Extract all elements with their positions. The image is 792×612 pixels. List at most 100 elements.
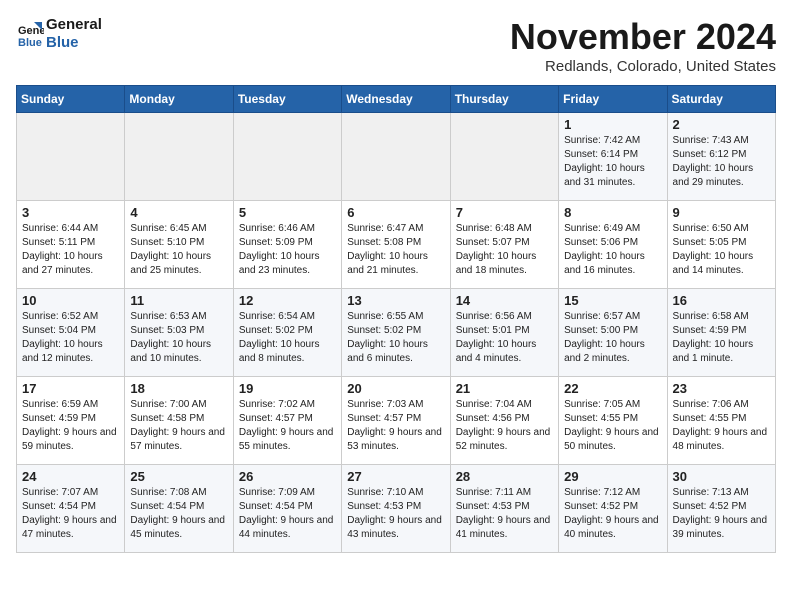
day-number: 28: [456, 469, 553, 484]
day-header-tuesday: Tuesday: [233, 86, 341, 113]
day-number: 18: [130, 381, 227, 396]
day-info: Sunrise: 6:46 AM Sunset: 5:09 PM Dayligh…: [239, 222, 336, 278]
calendar-cell-w4-d5: 29 Sunrise: 7:12 AM Sunset: 4:52 PM Dayli…: [559, 465, 667, 553]
day-number: 24: [22, 469, 119, 484]
day-info: Sunrise: 7:03 AM Sunset: 4:57 PM Dayligh…: [347, 398, 444, 454]
day-info: Sunrise: 6:52 AM Sunset: 5:04 PM Dayligh…: [22, 310, 119, 366]
calendar-cell-w1-d1: 4Sunrise: 6:45 AM Sunset: 5:10 PM Daylig…: [125, 201, 233, 289]
week-row-4: 24 Sunrise: 7:07 AM Sunset: 4:54 PM Dayli…: [17, 465, 776, 553]
week-row-0: 1 Sunrise: 7:42 AM Sunset: 6:14 PM Daylig…: [17, 113, 776, 201]
day-info: Sunrise: 7:09 AM Sunset: 4:54 PM Dayligh…: [239, 486, 336, 542]
calendar-cell-w3-d5: 22Sunrise: 7:05 AM Sunset: 4:55 PM Dayli…: [559, 377, 667, 465]
calendar-cell-w2-d3: 13 Sunrise: 6:55 AM Sunset: 5:02 PM Dayli…: [342, 289, 450, 377]
day-info: Sunrise: 6:48 AM Sunset: 5:07 PM Dayligh…: [456, 222, 553, 278]
day-number: 12: [239, 293, 336, 308]
day-number: 27: [347, 469, 444, 484]
calendar-header-row: SundayMondayTuesdayWednesdayThursdayFrid…: [17, 86, 776, 113]
day-number: 25: [130, 469, 227, 484]
day-header-friday: Friday: [559, 86, 667, 113]
day-info: Sunrise: 6:58 AM Sunset: 4:59 PM Dayligh…: [673, 310, 770, 366]
calendar-cell-w2-d4: 14Sunrise: 6:56 AM Sunset: 5:01 PM Dayli…: [450, 289, 558, 377]
day-header-sunday: Sunday: [17, 86, 125, 113]
calendar-table: SundayMondayTuesdayWednesdayThursdayFrid…: [16, 85, 776, 553]
calendar-cell-w3-d2: 19 Sunrise: 7:02 AM Sunset: 4:57 PM Dayli…: [233, 377, 341, 465]
calendar-cell-w0-d4: [450, 113, 558, 201]
day-number: 7: [456, 205, 553, 220]
location-title: Redlands, Colorado, United States: [510, 58, 776, 75]
calendar-cell-w0-d0: [17, 113, 125, 201]
title-area: November 2024 Redlands, Colorado, United…: [510, 16, 776, 75]
calendar-cell-w3-d6: 23Sunrise: 7:06 AM Sunset: 4:55 PM Dayli…: [667, 377, 775, 465]
calendar-cell-w2-d2: 12 Sunrise: 6:54 AM Sunset: 5:02 PM Dayli…: [233, 289, 341, 377]
day-info: Sunrise: 7:12 AM Sunset: 4:52 PM Dayligh…: [564, 486, 661, 542]
day-info: Sunrise: 6:59 AM Sunset: 4:59 PM Dayligh…: [22, 398, 119, 454]
day-number: 19: [239, 381, 336, 396]
day-info: Sunrise: 6:47 AM Sunset: 5:08 PM Dayligh…: [347, 222, 444, 278]
calendar-cell-w2-d0: 10 Sunrise: 6:52 AM Sunset: 5:04 PM Dayli…: [17, 289, 125, 377]
day-number: 20: [347, 381, 444, 396]
day-number: 15: [564, 293, 661, 308]
calendar-cell-w2-d6: 16 Sunrise: 6:58 AM Sunset: 4:59 PM Dayli…: [667, 289, 775, 377]
calendar-cell-w1-d6: 9 Sunrise: 6:50 AM Sunset: 5:05 PM Daylig…: [667, 201, 775, 289]
calendar-cell-w1-d4: 7 Sunrise: 6:48 AM Sunset: 5:07 PM Daylig…: [450, 201, 558, 289]
day-info: Sunrise: 7:04 AM Sunset: 4:56 PM Dayligh…: [456, 398, 553, 454]
calendar-cell-w0-d5: 1 Sunrise: 7:42 AM Sunset: 6:14 PM Daylig…: [559, 113, 667, 201]
day-number: 10: [22, 293, 119, 308]
day-number: 29: [564, 469, 661, 484]
week-row-2: 10 Sunrise: 6:52 AM Sunset: 5:04 PM Dayli…: [17, 289, 776, 377]
day-number: 16: [673, 293, 770, 308]
day-number: 2: [673, 117, 770, 132]
calendar-cell-w1-d0: 3Sunrise: 6:44 AM Sunset: 5:11 PM Daylig…: [17, 201, 125, 289]
month-title: November 2024: [510, 16, 776, 58]
calendar-cell-w0-d1: [125, 113, 233, 201]
calendar-cell-w0-d6: 2 Sunrise: 7:43 AM Sunset: 6:12 PM Daylig…: [667, 113, 775, 201]
day-number: 23: [673, 381, 770, 396]
calendar-cell-w4-d1: 25 Sunrise: 7:08 AM Sunset: 4:54 PM Dayli…: [125, 465, 233, 553]
day-number: 26: [239, 469, 336, 484]
day-info: Sunrise: 7:11 AM Sunset: 4:53 PM Dayligh…: [456, 486, 553, 542]
day-info: Sunrise: 7:10 AM Sunset: 4:53 PM Dayligh…: [347, 486, 444, 542]
calendar-cell-w3-d1: 18Sunrise: 7:00 AM Sunset: 4:58 PM Dayli…: [125, 377, 233, 465]
calendar-cell-w4-d3: 27 Sunrise: 7:10 AM Sunset: 4:53 PM Dayli…: [342, 465, 450, 553]
day-info: Sunrise: 6:50 AM Sunset: 5:05 PM Dayligh…: [673, 222, 770, 278]
day-number: 8: [564, 205, 661, 220]
day-info: Sunrise: 7:05 AM Sunset: 4:55 PM Dayligh…: [564, 398, 661, 454]
day-info: Sunrise: 7:02 AM Sunset: 4:57 PM Dayligh…: [239, 398, 336, 454]
week-row-3: 17 Sunrise: 6:59 AM Sunset: 4:59 PM Dayli…: [17, 377, 776, 465]
day-number: 5: [239, 205, 336, 220]
calendar-cell-w0-d3: [342, 113, 450, 201]
calendar-cell-w0-d2: [233, 113, 341, 201]
calendar-cell-w3-d3: 20 Sunrise: 7:03 AM Sunset: 4:57 PM Dayli…: [342, 377, 450, 465]
day-number: 21: [456, 381, 553, 396]
calendar-cell-w3-d0: 17 Sunrise: 6:59 AM Sunset: 4:59 PM Dayli…: [17, 377, 125, 465]
calendar-cell-w1-d2: 5 Sunrise: 6:46 AM Sunset: 5:09 PM Daylig…: [233, 201, 341, 289]
day-number: 17: [22, 381, 119, 396]
day-header-monday: Monday: [125, 86, 233, 113]
calendar-cell-w1-d5: 8Sunrise: 6:49 AM Sunset: 5:06 PM Daylig…: [559, 201, 667, 289]
day-number: 6: [347, 205, 444, 220]
day-info: Sunrise: 7:42 AM Sunset: 6:14 PM Dayligh…: [564, 134, 661, 190]
calendar-body: 1 Sunrise: 7:42 AM Sunset: 6:14 PM Daylig…: [17, 113, 776, 553]
day-info: Sunrise: 6:53 AM Sunset: 5:03 PM Dayligh…: [130, 310, 227, 366]
day-info: Sunrise: 7:13 AM Sunset: 4:52 PM Dayligh…: [673, 486, 770, 542]
day-number: 14: [456, 293, 553, 308]
day-info: Sunrise: 7:43 AM Sunset: 6:12 PM Dayligh…: [673, 134, 770, 190]
day-number: 30: [673, 469, 770, 484]
day-number: 1: [564, 117, 661, 132]
day-header-wednesday: Wednesday: [342, 86, 450, 113]
day-number: 9: [673, 205, 770, 220]
day-header-saturday: Saturday: [667, 86, 775, 113]
day-info: Sunrise: 6:57 AM Sunset: 5:00 PM Dayligh…: [564, 310, 661, 366]
calendar-cell-w4-d0: 24 Sunrise: 7:07 AM Sunset: 4:54 PM Dayli…: [17, 465, 125, 553]
day-info: Sunrise: 7:08 AM Sunset: 4:54 PM Dayligh…: [130, 486, 227, 542]
calendar-cell-w1-d3: 6 Sunrise: 6:47 AM Sunset: 5:08 PM Daylig…: [342, 201, 450, 289]
day-info: Sunrise: 6:45 AM Sunset: 5:10 PM Dayligh…: [130, 222, 227, 278]
day-info: Sunrise: 6:55 AM Sunset: 5:02 PM Dayligh…: [347, 310, 444, 366]
day-number: 13: [347, 293, 444, 308]
day-number: 3: [22, 205, 119, 220]
day-info: Sunrise: 6:54 AM Sunset: 5:02 PM Dayligh…: [239, 310, 336, 366]
logo-line2: Blue: [46, 34, 102, 52]
logo-line1: General: [46, 16, 102, 34]
svg-text:Blue: Blue: [18, 37, 42, 48]
day-info: Sunrise: 7:07 AM Sunset: 4:54 PM Dayligh…: [22, 486, 119, 542]
